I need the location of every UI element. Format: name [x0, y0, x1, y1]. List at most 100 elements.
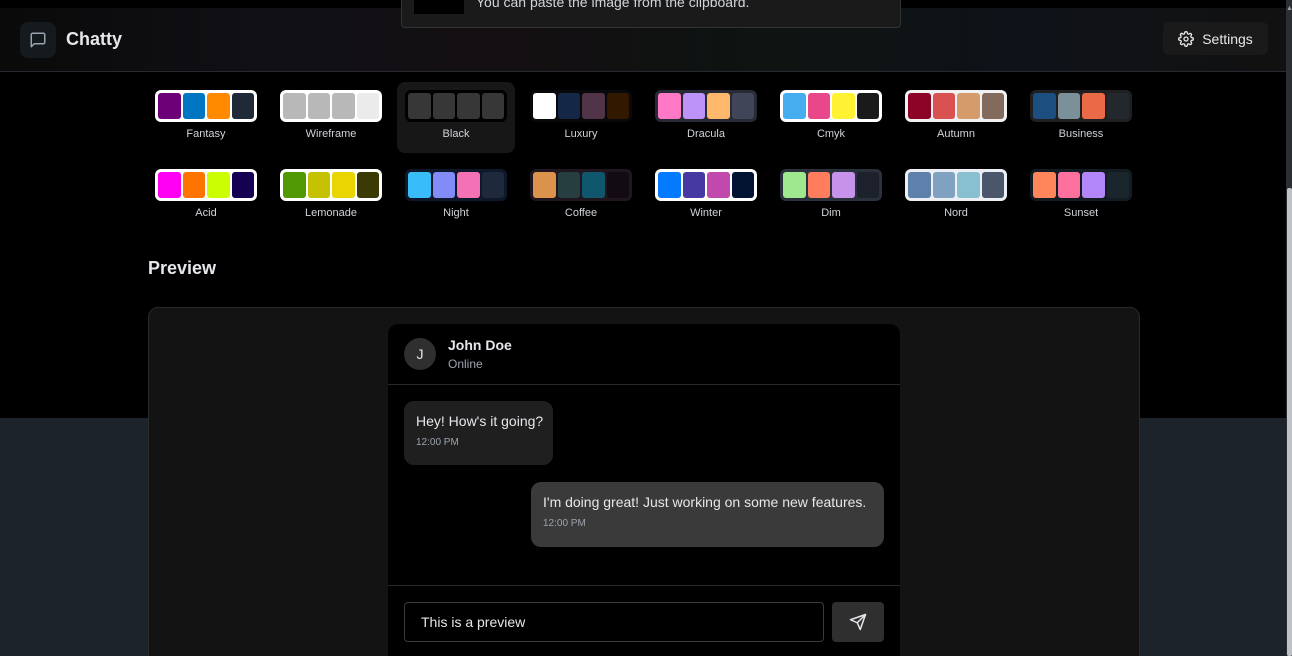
- color-swatch: [981, 93, 1004, 119]
- theme-swatches: [780, 169, 882, 201]
- theme-option-winter[interactable]: Winter: [647, 161, 765, 232]
- toast-text: You can paste the image from the clipboa…: [476, 0, 750, 10]
- color-swatch: [606, 93, 629, 119]
- send-button[interactable]: [832, 602, 884, 642]
- theme-option-autumn[interactable]: Autumn: [897, 82, 1015, 153]
- theme-swatches: [530, 90, 632, 122]
- message-input[interactable]: [404, 602, 824, 642]
- message-bubble-sent: I'm doing great! Just working on some ne…: [531, 482, 884, 547]
- theme-option-fantasy[interactable]: Fantasy: [147, 82, 265, 153]
- color-swatch: [1106, 172, 1129, 198]
- message-text: I'm doing great! Just working on some ne…: [543, 494, 867, 510]
- color-swatch: [832, 172, 855, 198]
- settings-button[interactable]: Settings: [1163, 22, 1268, 55]
- theme-swatches: [1030, 90, 1132, 122]
- gear-icon: [1178, 30, 1195, 47]
- theme-option-nord[interactable]: Nord: [897, 161, 1015, 232]
- color-swatch: [682, 172, 705, 198]
- color-swatch: [356, 172, 379, 198]
- theme-option-sunset[interactable]: Sunset: [1022, 161, 1140, 232]
- color-swatch: [533, 93, 556, 119]
- message-time: 12:00 PM: [543, 518, 586, 529]
- color-swatch: [182, 172, 205, 198]
- color-swatch: [356, 93, 379, 119]
- theme-option-wireframe[interactable]: Wireframe: [272, 82, 390, 153]
- theme-label: Dracula: [687, 128, 725, 140]
- color-swatch: [432, 93, 455, 119]
- color-swatch: [207, 172, 230, 198]
- color-swatch: [1082, 172, 1105, 198]
- theme-label: Fantasy: [186, 128, 226, 140]
- color-swatch: [908, 93, 931, 119]
- theme-swatches: [905, 90, 1007, 122]
- contact-name: John Doe: [448, 337, 512, 353]
- color-swatch: [332, 172, 355, 198]
- color-swatch: [557, 172, 580, 198]
- scroll-up-icon[interactable]: ▲: [1286, 4, 1292, 14]
- logo[interactable]: [20, 22, 56, 58]
- theme-option-lemonade[interactable]: Lemonade: [272, 161, 390, 232]
- color-swatch: [783, 93, 806, 119]
- message-square-icon: [30, 32, 46, 48]
- theme-option-cmyk[interactable]: Cmyk: [772, 82, 890, 153]
- color-swatch: [432, 172, 455, 198]
- color-swatch: [1033, 93, 1056, 119]
- color-swatch: [207, 93, 230, 119]
- theme-option-acid[interactable]: Acid: [147, 161, 265, 232]
- color-swatch: [606, 172, 629, 198]
- theme-label: Lemonade: [305, 207, 357, 219]
- theme-swatches: [780, 90, 882, 122]
- message-text: Hey! How's it going?: [416, 413, 544, 429]
- color-swatch: [307, 93, 330, 119]
- color-swatch: [1057, 93, 1080, 119]
- contact-status: Online: [448, 357, 483, 371]
- chat-input-bar: [388, 585, 900, 656]
- color-swatch: [807, 93, 830, 119]
- color-swatch: [481, 93, 504, 119]
- theme-label: Autumn: [937, 128, 975, 140]
- color-swatch: [707, 172, 730, 198]
- avatar: J: [404, 338, 436, 370]
- theme-label: Luxury: [564, 128, 598, 140]
- scrollbar-thumb[interactable]: [1287, 188, 1292, 656]
- theme-label: Nord: [944, 207, 968, 219]
- color-swatch: [158, 172, 181, 198]
- theme-label: Wireframe: [305, 128, 357, 140]
- theme-option-black[interactable]: Black: [397, 82, 515, 153]
- color-swatch: [731, 93, 754, 119]
- color-swatch: [408, 172, 431, 198]
- theme-label: Winter: [690, 207, 722, 219]
- theme-swatches: [405, 169, 507, 201]
- theme-label: Black: [442, 128, 470, 140]
- theme-option-dracula[interactable]: Dracula: [647, 82, 765, 153]
- theme-label: Sunset: [1063, 207, 1099, 219]
- color-swatch: [481, 172, 504, 198]
- theme-option-coffee[interactable]: Coffee: [522, 161, 640, 232]
- color-swatch: [783, 172, 806, 198]
- theme-option-night[interactable]: Night: [397, 161, 515, 232]
- brand-name[interactable]: Chatty: [66, 29, 122, 50]
- theme-option-dim[interactable]: Dim: [772, 161, 890, 232]
- color-swatch: [707, 93, 730, 119]
- theme-option-luxury[interactable]: Luxury: [522, 82, 640, 153]
- preview-title: Preview: [148, 258, 217, 278]
- theme-option-business[interactable]: Business: [1022, 82, 1140, 153]
- theme-swatches: [1030, 169, 1132, 201]
- theme-label: Dim: [821, 207, 841, 219]
- color-swatch: [408, 93, 431, 119]
- message-time: 12:00 PM: [416, 437, 459, 448]
- theme-swatches: [280, 90, 382, 122]
- color-swatch: [856, 172, 879, 198]
- theme-label: Business: [1058, 128, 1104, 140]
- color-swatch: [332, 93, 355, 119]
- color-swatch: [1082, 93, 1105, 119]
- color-swatch: [981, 172, 1004, 198]
- color-swatch: [557, 93, 580, 119]
- color-swatch: [832, 93, 855, 119]
- theme-label: Cmyk: [816, 128, 846, 140]
- color-swatch: [658, 93, 681, 119]
- settings-label: Settings: [1202, 30, 1253, 47]
- color-swatch: [682, 93, 705, 119]
- color-swatch: [957, 172, 980, 198]
- color-swatch: [1057, 172, 1080, 198]
